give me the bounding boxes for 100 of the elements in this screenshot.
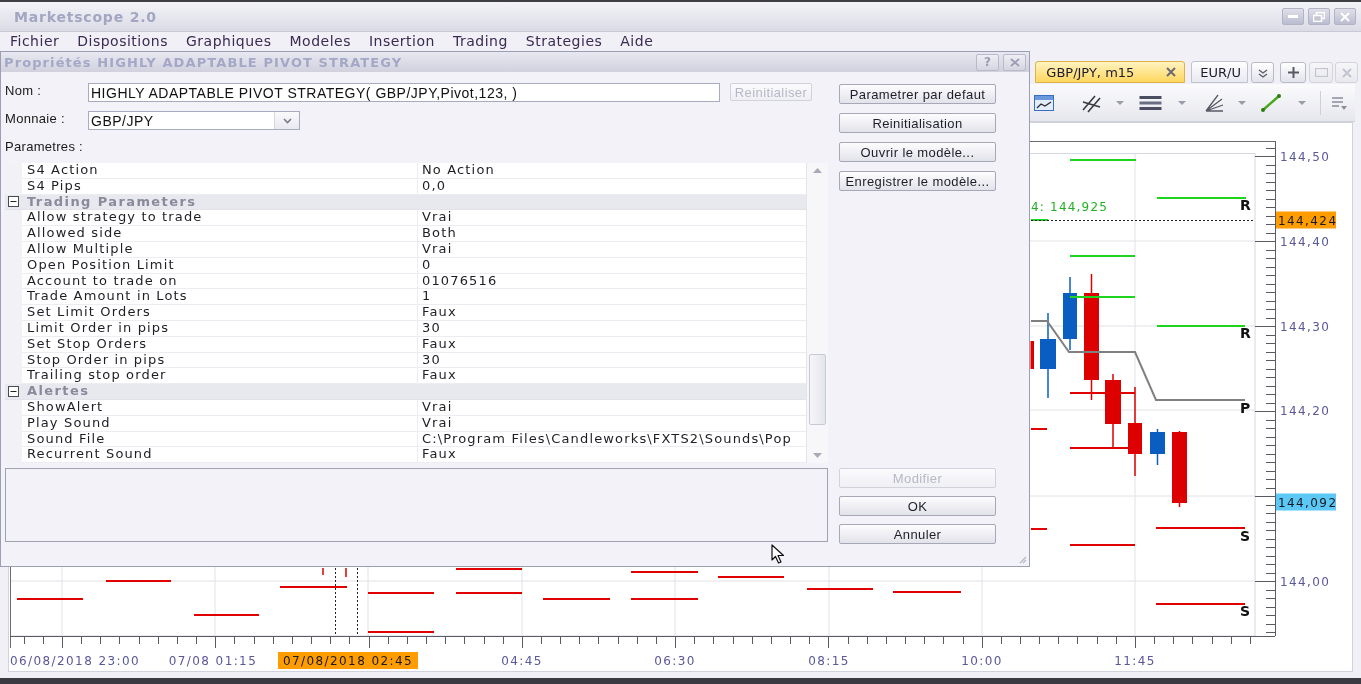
property-name: Trailing stop order (22, 368, 418, 385)
menu-item[interactable]: Aide (611, 33, 663, 50)
time-label: 10:00 (961, 654, 1003, 668)
dialog-close-button[interactable] (1003, 53, 1026, 71)
dialog-button[interactable]: Reinitialisation (839, 113, 996, 133)
menu-item[interactable]: Fichier (1, 33, 69, 50)
plus-icon (1286, 66, 1300, 79)
parameters-label: Parametres : (5, 139, 83, 155)
dialog-button[interactable]: OK (839, 496, 996, 516)
dialog-button[interactable]: Parametrer par defaut (839, 84, 996, 104)
name-input[interactable]: HIGHLY ADAPTABLE PIVOT STRATEGY( GBP/JPY,Pivot,123, ) (88, 83, 720, 102)
level-label: S (1240, 603, 1251, 619)
menu-item[interactable]: Dispositions (68, 33, 177, 50)
support-line (455, 568, 523, 570)
property-value[interactable]: Vrai (418, 210, 806, 227)
close-chart-button[interactable] (1335, 62, 1358, 83)
maximize-icon (1314, 68, 1328, 77)
candle-wick (345, 567, 347, 578)
field-label: Monnaie : (5, 111, 66, 126)
support-line (105, 580, 172, 582)
property-value[interactable]: Faux (418, 368, 806, 385)
chart-tab[interactable]: GBP/JPY, m15 (1035, 61, 1186, 83)
resize-grip-icon (1019, 556, 1027, 564)
close-button[interactable] (1334, 8, 1356, 25)
dialog-button[interactable]: Enregistrer le modèle... (839, 171, 996, 191)
time-label: 07/08 01:15 (168, 654, 258, 668)
restore-icon (1313, 11, 1325, 22)
tab-list-button[interactable] (1251, 62, 1274, 83)
category-name: Trading Parameters (26, 194, 197, 210)
category-name: Alertes (26, 384, 90, 399)
new-tab-button[interactable] (1280, 62, 1306, 83)
dropdown-caret-icon[interactable] (1298, 100, 1306, 105)
scroll-down-icon[interactable] (813, 453, 822, 458)
collapse-icon[interactable] (8, 386, 19, 398)
property-value[interactable]: No Action (418, 163, 806, 179)
menu-item[interactable]: Modeles (280, 33, 360, 50)
property-name: Allow strategy to trade (22, 210, 418, 227)
dropdown-caret-icon[interactable] (1116, 100, 1124, 105)
chart-tab[interactable]: EUR/U (1191, 61, 1248, 83)
support-line (367, 631, 435, 633)
close-icon (1009, 57, 1020, 67)
menu-item[interactable]: Trading (443, 33, 517, 50)
price-label: 144,20 (1280, 403, 1331, 418)
scrollbar-thumb[interactable] (809, 354, 826, 425)
close-icon (1341, 67, 1352, 78)
window-title: Marketscope 2.0 (14, 8, 157, 25)
support-line (279, 586, 348, 588)
support-line (1069, 392, 1136, 394)
scroll-up-icon[interactable] (813, 168, 822, 173)
support-line (1030, 428, 1048, 430)
crosshair-line (357, 567, 358, 637)
candle-wick (322, 567, 324, 576)
candlestick (1150, 428, 1165, 466)
dropdown-caret-icon[interactable] (1238, 100, 1246, 105)
time-label: 11:45 (1114, 654, 1156, 668)
price-label: 144,50 (1280, 149, 1331, 164)
currency-select[interactable]: GBP/JPY (88, 111, 300, 130)
dialog-button[interactable]: Annuler (839, 524, 996, 544)
property-value[interactable]: Faux (418, 305, 806, 321)
chart-window-icon[interactable] (1033, 92, 1055, 113)
level-label: S (1240, 528, 1251, 544)
support-line (806, 588, 874, 590)
menu-item[interactable]: Insertion (359, 33, 444, 50)
time-label: 08:15 (808, 654, 850, 668)
price-marker: 144,092 (1276, 493, 1338, 511)
dialog-title: Propriétés HIGHLY ADAPTABLE PIVOT STRATEGY (4, 54, 403, 70)
property-value[interactable]: Both (418, 226, 806, 242)
double-chevron-down-icon (1257, 67, 1268, 78)
dialog-button[interactable]: Ouvrir le modèle... (839, 142, 996, 162)
support-line (1069, 544, 1136, 546)
price-label: 144,40 (1280, 234, 1331, 249)
list-dropdown-icon[interactable] (1331, 94, 1347, 111)
price-label: 144,30 (1280, 319, 1331, 334)
level-label: R (1240, 197, 1251, 213)
property-name: Allowed side (22, 226, 418, 242)
scrollbar[interactable] (806, 163, 828, 463)
time-label: 06:30 (654, 654, 696, 668)
trend-line-icon[interactable] (1260, 92, 1282, 113)
menu-item[interactable]: Strategies (516, 33, 612, 50)
time-label: 06/08/2018 23:00 (10, 654, 140, 668)
close-icon[interactable] (1166, 67, 1177, 77)
property-value[interactable]: 1 (418, 289, 806, 306)
crosshair-line (335, 567, 336, 637)
property-name: S4 Action (22, 163, 418, 179)
close-icon (1340, 11, 1350, 22)
property-name: Recurrent Sound (22, 447, 418, 464)
resistance-line (1069, 255, 1136, 257)
mouse-pointer-icon (771, 544, 785, 564)
minimize-button[interactable] (1282, 8, 1304, 25)
dropdown-caret-icon[interactable] (1178, 100, 1186, 105)
restore-button[interactable] (1308, 8, 1330, 25)
property-value[interactable]: Faux (418, 447, 806, 464)
field-label: Nom : (5, 83, 43, 98)
time-label: 04:45 (501, 654, 543, 668)
support-line (630, 598, 699, 600)
resistance-line (1069, 296, 1136, 298)
fan-lines-icon[interactable] (1204, 92, 1224, 113)
support-line (1030, 528, 1048, 530)
collapse-icon[interactable] (8, 196, 19, 208)
menu-item[interactable]: Graphiques (177, 33, 281, 50)
